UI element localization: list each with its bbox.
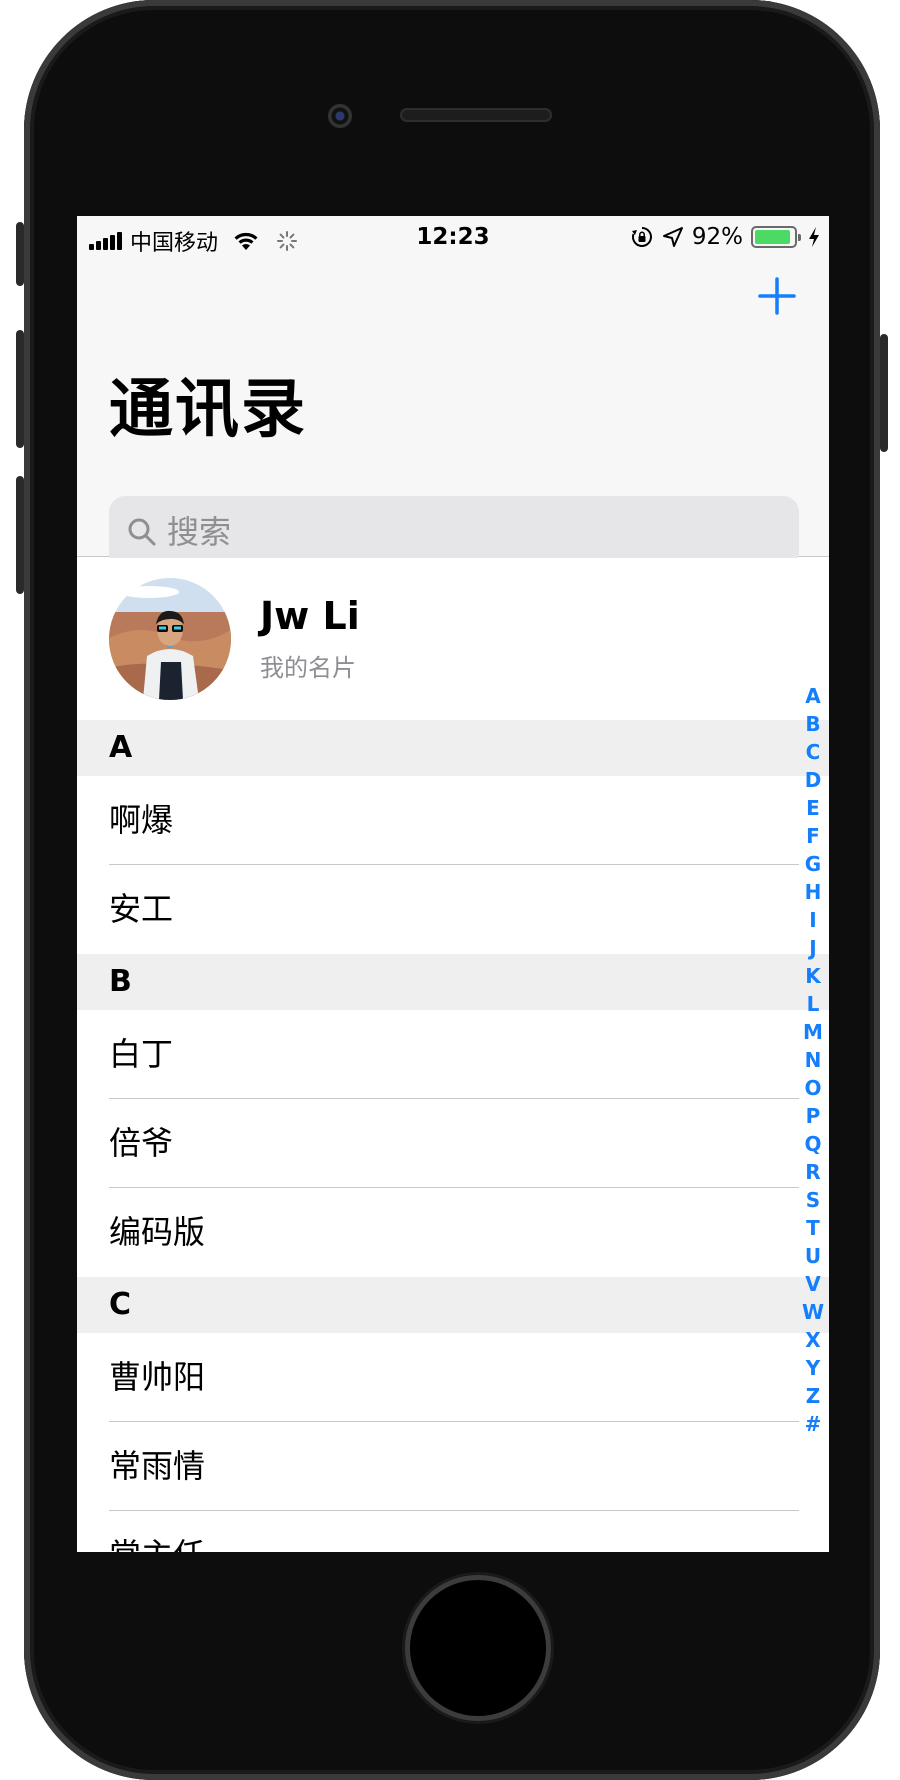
index-letter[interactable]: R — [805, 1158, 820, 1186]
page-title: 通讯录 — [109, 373, 307, 447]
home-button[interactable] — [410, 1580, 546, 1716]
index-letter[interactable]: H — [805, 878, 822, 906]
index-letter[interactable]: J — [809, 934, 816, 962]
section-header-a: A — [77, 720, 829, 776]
contact-row[interactable]: 白丁 — [77, 1010, 829, 1099]
avatar — [109, 578, 231, 700]
status-bar: 中国移动 12:23 92% — [77, 216, 829, 260]
index-letter[interactable]: G — [805, 850, 821, 878]
contact-row[interactable]: 啊爆 — [77, 776, 829, 865]
rotation-lock-icon — [631, 227, 652, 247]
battery-percent: 92% — [691, 224, 743, 250]
index-letter[interactable]: X — [805, 1326, 820, 1354]
index-letter[interactable]: B — [805, 710, 820, 738]
index-letter[interactable]: E — [806, 794, 820, 822]
index-letter[interactable]: C — [806, 738, 821, 766]
index-letter[interactable]: P — [806, 1102, 821, 1130]
index-letter[interactable]: A — [805, 682, 820, 710]
charging-bolt-icon — [809, 227, 819, 247]
index-letter[interactable]: M — [803, 1018, 823, 1046]
index-letter[interactable]: Y — [806, 1354, 820, 1382]
power-button — [880, 334, 888, 452]
search-input[interactable] — [167, 513, 767, 551]
index-letter[interactable]: N — [805, 1046, 822, 1074]
plus-icon — [758, 277, 796, 315]
my-card[interactable]: Jw Li 我的名片 — [77, 558, 829, 720]
earpiece-speaker — [400, 108, 552, 122]
my-name: Jw Li — [260, 594, 360, 638]
index-letter[interactable]: D — [805, 766, 822, 794]
navigation-bar: 通讯录 — [77, 260, 829, 568]
volume-down-button — [16, 476, 24, 594]
mute-switch — [16, 222, 24, 286]
alphabet-index[interactable]: A B C D E F G H I J K L M N O P Q R S T U V W X Y Z # — [797, 682, 829, 1438]
contact-row[interactable]: 倍爷 — [77, 1099, 829, 1188]
index-letter[interactable]: Q — [804, 1130, 821, 1158]
index-letter[interactable]: L — [807, 990, 820, 1018]
contact-row[interactable]: 曹帅阳 — [77, 1333, 829, 1422]
section-header-c: C — [77, 1277, 829, 1333]
index-letter[interactable]: # — [805, 1410, 822, 1438]
search-icon — [128, 518, 156, 546]
contact-row[interactable]: 常主任 — [77, 1511, 829, 1552]
volume-up-button — [16, 330, 24, 448]
index-letter[interactable]: F — [806, 822, 820, 850]
index-letter[interactable]: K — [805, 962, 821, 990]
my-card-label: 我的名片 — [260, 654, 356, 682]
index-letter[interactable]: W — [802, 1298, 824, 1326]
contact-row[interactable]: 常雨情 — [77, 1422, 829, 1511]
screen: 中国移动 12:23 92% 通讯录 搜索 Jw Li 我的名片 A 啊爆 安工… — [77, 216, 829, 1552]
battery-level-fill — [755, 230, 790, 244]
front-camera — [328, 104, 352, 128]
index-letter[interactable]: U — [805, 1242, 821, 1270]
location-icon — [662, 227, 683, 247]
index-letter[interactable]: O — [804, 1074, 821, 1102]
add-contact-button[interactable] — [753, 272, 801, 320]
index-letter[interactable]: T — [806, 1214, 820, 1242]
contact-row[interactable]: 安工 — [77, 865, 829, 954]
index-letter[interactable]: V — [805, 1270, 820, 1298]
avatar-photo — [109, 578, 231, 700]
battery-icon — [751, 226, 801, 248]
contact-row[interactable]: 编码版 — [77, 1188, 829, 1277]
section-header-b: B — [77, 954, 829, 1010]
index-letter[interactable]: S — [806, 1186, 820, 1214]
index-letter[interactable]: Z — [806, 1382, 821, 1410]
index-letter[interactable]: I — [809, 906, 816, 934]
contact-list: A 啊爆 安工 B 白丁 倍爷 编码版 C 曹帅阳 常雨情 常主任 — [77, 720, 829, 1552]
